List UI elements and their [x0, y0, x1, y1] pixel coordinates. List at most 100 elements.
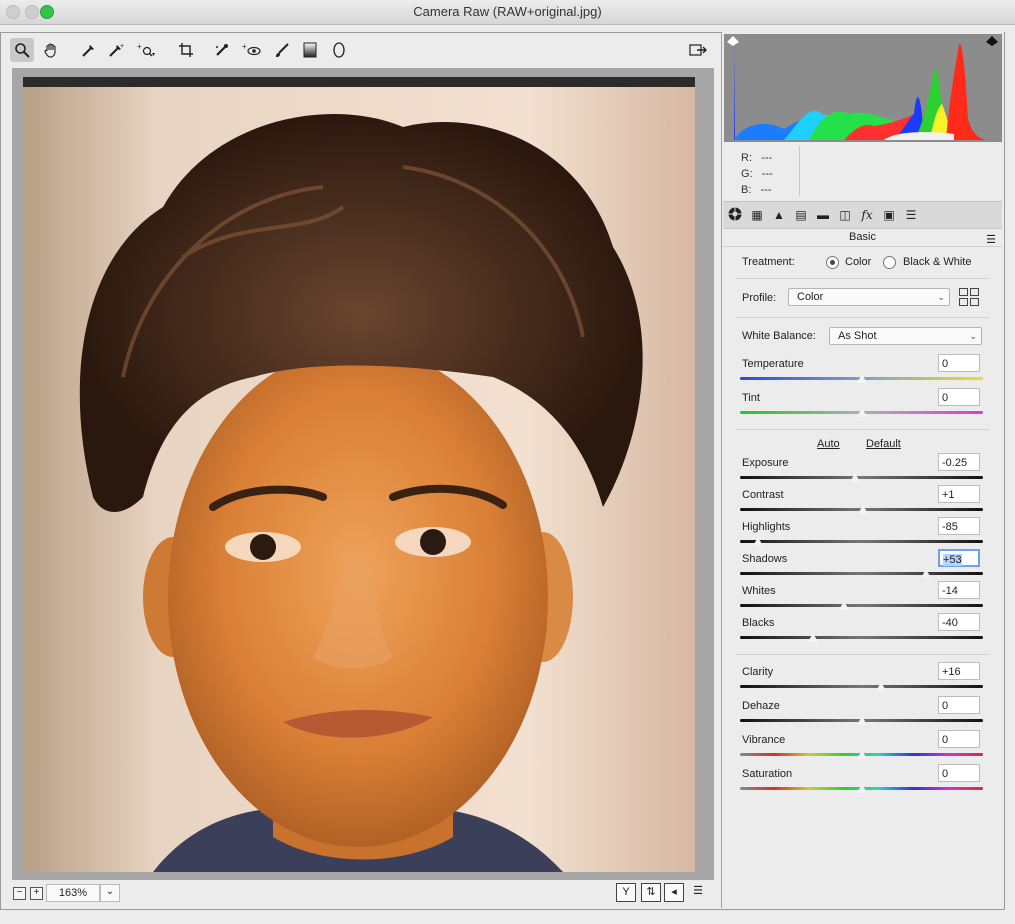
auto-link[interactable]: Auto: [817, 438, 840, 450]
clarity-slider-track[interactable]: [740, 685, 983, 688]
effects-tab-icon[interactable]: fx: [858, 206, 876, 224]
vibrance-slider-thumb[interactable]: [855, 749, 868, 760]
contrast-slider-thumb[interactable]: [856, 504, 869, 515]
treatment-color-radio[interactable]: [826, 256, 839, 269]
section-title-text: Basic: [849, 231, 876, 243]
photo-preview[interactable]: [23, 77, 695, 872]
dehaze-value-field[interactable]: 0: [938, 696, 980, 714]
vibrance-label: Vibrance: [742, 734, 786, 746]
whites-slider-thumb[interactable]: [838, 600, 851, 611]
blacks-label: Blacks: [742, 617, 775, 629]
b-value: ---: [760, 184, 772, 196]
blacks-value: -40: [942, 617, 958, 629]
divider: [736, 278, 989, 279]
blacks-value-field[interactable]: -40: [938, 613, 980, 631]
basic-tab-icon[interactable]: [726, 206, 744, 224]
shadows-slider-track[interactable]: [740, 572, 983, 575]
adjustment-brush-icon[interactable]: [270, 38, 294, 62]
r-value: ---: [761, 152, 773, 164]
swap-before-after-icon[interactable]: ⇅: [641, 883, 661, 902]
whites-slider-track[interactable]: [740, 604, 983, 607]
exposure-value-field[interactable]: -0.25: [938, 453, 980, 471]
whites-value-field[interactable]: -14: [938, 581, 980, 599]
clarity-value-field[interactable]: +16: [938, 662, 980, 680]
divider: [736, 317, 989, 318]
calibration-tab-icon[interactable]: ▣: [880, 206, 898, 224]
hsl-tab-icon[interactable]: ▤: [792, 206, 810, 224]
temperature-value-field[interactable]: 0: [938, 354, 980, 372]
spot-removal-icon[interactable]: [210, 38, 234, 62]
clarity-slider-thumb[interactable]: [874, 681, 887, 692]
highlights-label: Highlights: [742, 521, 791, 533]
default-link[interactable]: Default: [866, 438, 901, 450]
white-balance-select[interactable]: As Shot ⌄: [829, 327, 982, 345]
graduated-filter-icon[interactable]: [298, 38, 322, 62]
exposure-slider-track[interactable]: [740, 476, 983, 479]
chevron-down-icon[interactable]: ⌄: [100, 884, 120, 902]
profile-browser-icon[interactable]: [959, 288, 979, 306]
color-sampler-icon[interactable]: +: [105, 38, 129, 62]
radial-filter-icon[interactable]: [327, 38, 351, 62]
contrast-value-field[interactable]: +1: [938, 485, 980, 503]
blacks-slider-thumb[interactable]: [806, 632, 819, 643]
crop-icon[interactable]: [174, 38, 198, 62]
profile-select[interactable]: Color ⌄: [788, 288, 950, 306]
tint-label: Tint: [742, 392, 760, 404]
treatment-bw-label: Black & White: [903, 256, 972, 268]
presets-tab-icon[interactable]: ☰: [902, 206, 920, 224]
targeted-adjustment-icon[interactable]: + ▾: [135, 38, 159, 62]
blacks-slider-track[interactable]: [740, 636, 983, 639]
dehaze-slider-thumb[interactable]: [855, 715, 868, 726]
detail-tab-icon[interactable]: ▲: [770, 206, 788, 224]
title-bar: Camera Raw (RAW+original.jpg): [0, 0, 1015, 25]
highlights-value-field[interactable]: -85: [938, 517, 980, 535]
temperature-value: 0: [942, 358, 949, 370]
g-label: G:: [741, 168, 753, 180]
shadows-label: Shadows: [742, 553, 788, 565]
lens-corrections-tab-icon[interactable]: ◫: [836, 206, 854, 224]
tint-value-field[interactable]: 0: [938, 388, 980, 406]
split-toning-tab-icon[interactable]: ▬: [814, 206, 832, 224]
status-bar: − + 163% ⌄ Y ⇅ ◂ ☰: [0, 880, 716, 906]
saturation-slider-thumb[interactable]: [855, 783, 868, 794]
chevron-down-icon: ⌄: [937, 292, 945, 302]
svg-text:▾: ▾: [152, 52, 155, 58]
white-balance-icon[interactable]: [77, 38, 101, 62]
copy-settings-icon[interactable]: ◂: [664, 883, 684, 902]
tool-bar: + + ▾ +: [4, 36, 718, 64]
shadows-slider-thumb[interactable]: [919, 568, 932, 579]
before-after-view-icon[interactable]: Y: [616, 883, 636, 902]
open-preferences-icon[interactable]: [686, 38, 710, 62]
temperature-slider-thumb[interactable]: [855, 373, 868, 384]
saturation-value-field[interactable]: 0: [938, 764, 980, 782]
contrast-label: Contrast: [742, 489, 784, 501]
clarity-value: +16: [942, 666, 961, 678]
highlights-slider-track[interactable]: [740, 540, 983, 543]
highlights-slider-thumb[interactable]: [752, 536, 765, 547]
vibrance-value: 0: [942, 734, 949, 746]
zoom-out-button[interactable]: −: [13, 887, 26, 900]
treatment-label: Treatment:: [742, 256, 795, 268]
dehaze-label: Dehaze: [742, 700, 780, 712]
panel-menu-icon[interactable]: ☰: [986, 231, 996, 249]
exposure-slider-thumb[interactable]: [849, 472, 862, 483]
whites-label: Whites: [742, 585, 776, 597]
divider: [736, 654, 989, 655]
clarity-label: Clarity: [742, 666, 774, 678]
red-eye-icon[interactable]: +: [240, 38, 264, 62]
zoom-in-button[interactable]: +: [30, 887, 43, 900]
profile-value: Color: [797, 291, 824, 303]
tint-slider-thumb[interactable]: [855, 407, 868, 418]
zoom-icon[interactable]: [10, 38, 34, 62]
temperature-label: Temperature: [742, 358, 804, 370]
shadows-value-field[interactable]: +53: [938, 549, 980, 567]
b-label: B:: [741, 184, 752, 196]
vibrance-value-field[interactable]: 0: [938, 730, 980, 748]
hand-icon[interactable]: [39, 38, 63, 62]
chevron-down-icon: ⌄: [969, 331, 977, 341]
zoom-level-select[interactable]: 163%: [46, 884, 100, 902]
svg-text:+: +: [120, 43, 124, 50]
treatment-bw-radio[interactable]: [883, 256, 896, 269]
tone-curve-tab-icon[interactable]: ▦: [748, 206, 766, 224]
preview-settings-icon[interactable]: ☰: [689, 883, 707, 900]
